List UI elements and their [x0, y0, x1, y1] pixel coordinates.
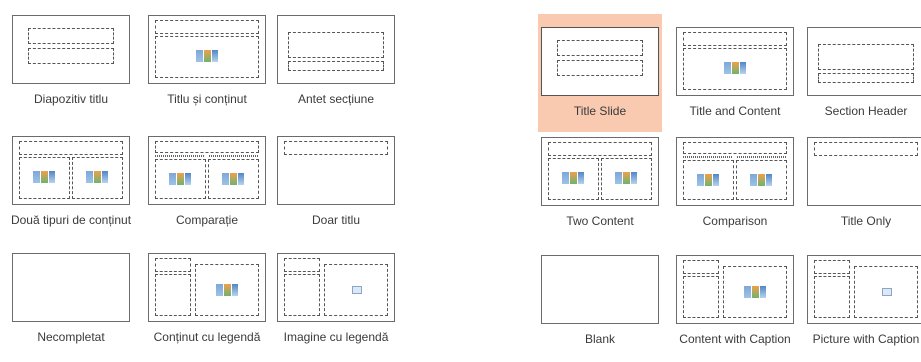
layout-title-slide[interactable]: Title Slide	[538, 14, 662, 132]
layout-label: Doar titlu	[311, 213, 361, 227]
layout-section-header[interactable]: Section Header	[804, 14, 921, 132]
layout-thumbnail	[12, 253, 130, 322]
layout-two-content[interactable]: Two Content	[538, 124, 662, 242]
layout-thumbnail	[12, 15, 130, 84]
layout-comparison-ro[interactable]: Comparație	[145, 123, 269, 241]
layout-label: Title Only	[840, 214, 892, 228]
content-icon	[750, 174, 772, 186]
layout-label: Title Slide	[573, 104, 627, 118]
layout-label: Conținut cu legendă	[153, 330, 261, 344]
layout-thumbnail	[676, 255, 794, 324]
layout-content-caption-ro[interactable]: Conținut cu legendă	[145, 240, 269, 358]
content-icon	[33, 171, 55, 183]
layout-thumbnail	[148, 15, 266, 84]
layout-label: Two Content	[566, 214, 634, 228]
layout-title-content-ro[interactable]: Titlu și conținut	[145, 2, 269, 120]
content-icon	[562, 172, 584, 184]
layout-gallery-romanian: Diapozitiv titlu Titlu și conținut Antet…	[0, 0, 400, 362]
layout-picture-with-caption[interactable]: Picture with Caption	[804, 242, 921, 360]
layout-label: Content with Caption	[679, 332, 791, 346]
layout-label: Imagine cu legendă	[283, 330, 389, 344]
layout-label: Necompletat	[37, 330, 105, 344]
layout-title-slide-ro[interactable]: Diapozitiv titlu	[9, 2, 133, 120]
picture-icon	[352, 286, 362, 294]
layout-content-with-caption[interactable]: Content with Caption	[673, 242, 797, 360]
layout-thumbnail	[541, 137, 659, 206]
layout-blank[interactable]: Blank	[538, 242, 662, 360]
layout-comparison[interactable]: Comparison	[673, 124, 797, 242]
layout-label: Section Header	[824, 104, 908, 118]
divider	[412, 0, 413, 362]
layout-thumbnail	[277, 253, 395, 322]
layout-gallery-english: Title Slide Title and Content Section He…	[535, 0, 921, 362]
layout-thumbnail	[277, 15, 395, 84]
layout-thumbnail	[676, 27, 794, 96]
layout-thumbnail	[12, 136, 130, 205]
layout-thumbnail	[807, 137, 921, 206]
layout-thumbnail	[148, 253, 266, 322]
layout-label: Title and Content	[689, 104, 781, 118]
layout-two-content-ro[interactable]: Două tipuri de conținut	[9, 123, 133, 241]
layout-section-header-ro[interactable]: Antet secțiune	[274, 2, 398, 120]
layout-thumbnail	[277, 136, 395, 205]
content-icon	[724, 62, 746, 74]
layout-title-only[interactable]: Title Only	[804, 124, 921, 242]
layout-title-only-ro[interactable]: Doar titlu	[274, 123, 398, 241]
layout-thumbnail	[676, 137, 794, 206]
layout-title-and-content[interactable]: Title and Content	[673, 14, 797, 132]
content-icon	[697, 174, 719, 186]
layout-picture-caption-ro[interactable]: Imagine cu legendă	[274, 240, 398, 358]
layout-label: Picture with Caption	[812, 332, 920, 346]
content-icon	[615, 172, 637, 184]
content-icon	[216, 284, 238, 296]
content-icon	[86, 171, 108, 183]
layout-thumbnail	[541, 255, 659, 324]
layout-label: Blank	[584, 332, 616, 346]
layout-label: Comparație	[175, 213, 239, 227]
layout-label: Diapozitiv titlu	[33, 92, 109, 106]
layout-label: Două tipuri de conținut	[10, 213, 132, 227]
layout-thumbnail	[541, 27, 659, 96]
content-icon	[169, 173, 191, 185]
layout-thumbnail	[148, 136, 266, 205]
content-icon	[744, 286, 766, 298]
picture-icon	[882, 288, 892, 296]
layout-thumbnail	[807, 255, 921, 324]
layout-label: Titlu și conținut	[167, 92, 247, 106]
layout-label: Comparison	[702, 214, 768, 228]
layout-thumbnail	[807, 27, 921, 96]
layout-label: Antet secțiune	[297, 92, 375, 106]
layout-blank-ro[interactable]: Necompletat	[9, 240, 133, 358]
content-icon	[222, 173, 244, 185]
content-icon	[196, 50, 218, 62]
